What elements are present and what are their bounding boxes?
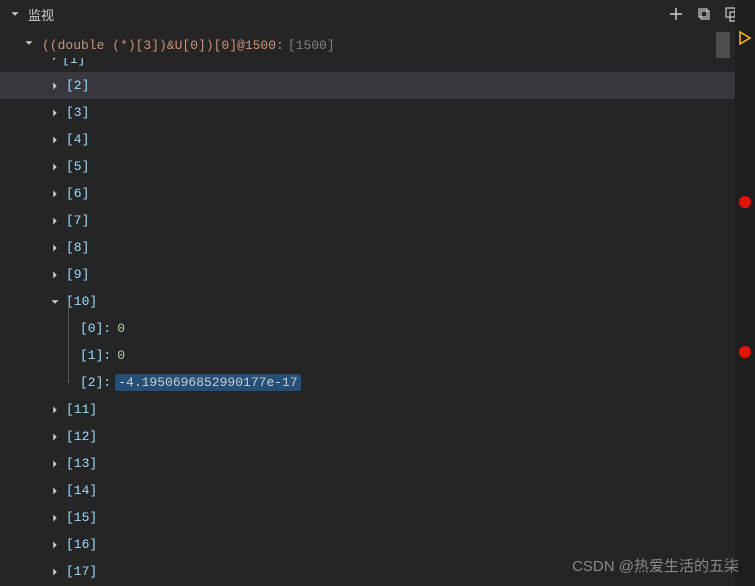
tree-child-value-selected: -4.1950696852990177e-17 [115, 374, 300, 391]
chevron-right-icon[interactable] [48, 268, 62, 282]
tree-index: [5] [66, 159, 89, 174]
tree-index: [10] [66, 294, 97, 309]
tree-item-11[interactable]: [11] [0, 396, 755, 423]
tree-item-6[interactable]: [6] [0, 180, 755, 207]
chevron-down-icon[interactable] [22, 36, 36, 54]
chevron-right-icon[interactable] [48, 430, 62, 444]
tree-index: [12] [66, 429, 97, 444]
tree-index: [8] [66, 240, 89, 255]
add-icon[interactable] [667, 5, 685, 23]
right-edge-gutter [735, 0, 755, 586]
tree-index: [7] [66, 213, 89, 228]
chevron-right-icon[interactable] [48, 58, 62, 68]
tree-index: [3] [66, 105, 89, 120]
panel-title: 监视 [28, 5, 667, 24]
tree-child-10-1[interactable]: [1]: 0 [0, 342, 755, 369]
tree-item-13[interactable]: [13] [0, 450, 755, 477]
tree-item-7[interactable]: [7] [0, 207, 755, 234]
chevron-right-icon[interactable] [48, 160, 62, 174]
tree-item-12[interactable]: [12] [0, 423, 755, 450]
tree-index: [4] [66, 132, 89, 147]
collapse-all-icon[interactable] [695, 5, 713, 23]
expression-value: [1500] [288, 38, 335, 53]
tree-item-16[interactable]: [16] [0, 531, 755, 558]
tree-index: [11] [66, 402, 97, 417]
breakpoint-marker[interactable] [739, 346, 751, 358]
tree-guide-line [68, 300, 69, 383]
tree-index: [15] [66, 510, 97, 525]
tree-index: [2] [66, 78, 89, 93]
tree-item-10[interactable]: [10] [0, 288, 755, 315]
chevron-right-icon[interactable] [48, 241, 62, 255]
chevron-right-icon[interactable] [48, 106, 62, 120]
tree-item-14[interactable]: [14] [0, 477, 755, 504]
tree-item-4[interactable]: [4] [0, 126, 755, 153]
tree-index: [17] [66, 564, 97, 579]
chevron-right-icon[interactable] [48, 457, 62, 471]
tree-item-8[interactable]: [8] [0, 234, 755, 261]
tree-item-9[interactable]: [9] [0, 261, 755, 288]
tree-child-10-2[interactable]: [2]: -4.1950696852990177e-17 [0, 369, 755, 396]
tree-index: [6] [66, 186, 89, 201]
tree-item-2[interactable]: [2] [0, 72, 755, 99]
tree-child-value: 0 [117, 348, 125, 363]
tree-item-3[interactable]: [3] [0, 99, 755, 126]
tree-index: [13] [66, 456, 97, 471]
breakpoint-marker[interactable] [739, 196, 751, 208]
chevron-right-icon[interactable] [48, 511, 62, 525]
chevron-right-icon[interactable] [48, 79, 62, 93]
chevron-right-icon[interactable] [48, 133, 62, 147]
tree-child-index: [2]: [80, 375, 111, 390]
chevron-right-icon[interactable] [48, 484, 62, 498]
expression-text: ((double (*)[3])&U[0])[0]@1500: [42, 38, 284, 53]
chevron-right-icon[interactable] [48, 403, 62, 417]
scrollbar-thumb[interactable] [716, 32, 730, 58]
tree-item-1-partial[interactable]: [1] [0, 58, 755, 72]
chevron-right-icon[interactable] [48, 214, 62, 228]
continue-icon[interactable] [737, 30, 753, 46]
tree-item-15[interactable]: [15] [0, 504, 755, 531]
tree-child-10-0[interactable]: [0]: 0 [0, 315, 755, 342]
tree-index: [14] [66, 483, 97, 498]
tree-index: [1] [62, 58, 85, 67]
tree-index: [9] [66, 267, 89, 282]
watermark-text: CSDN @热爱生活的五柒 [572, 555, 739, 576]
chevron-right-icon[interactable] [48, 565, 62, 579]
tree-child-index: [1]: [80, 348, 111, 363]
chevron-right-icon[interactable] [48, 538, 62, 552]
watch-panel: 监视 ((double (*)[3])&U[0])[0]@1500: [1500… [0, 0, 755, 586]
tree-item-5[interactable]: [5] [0, 153, 755, 180]
chevron-down-icon[interactable] [8, 7, 22, 21]
tree-child-index: [0]: [80, 321, 111, 336]
watch-expression-row[interactable]: ((double (*)[3])&U[0])[0]@1500: [1500] [0, 32, 755, 58]
tree-child-value: 0 [117, 321, 125, 336]
chevron-down-icon[interactable] [48, 295, 62, 309]
chevron-right-icon[interactable] [48, 187, 62, 201]
panel-header: 监视 [0, 0, 755, 28]
watch-content: ((double (*)[3])&U[0])[0]@1500: [1500] [… [0, 28, 755, 585]
tree-index: [16] [66, 537, 97, 552]
